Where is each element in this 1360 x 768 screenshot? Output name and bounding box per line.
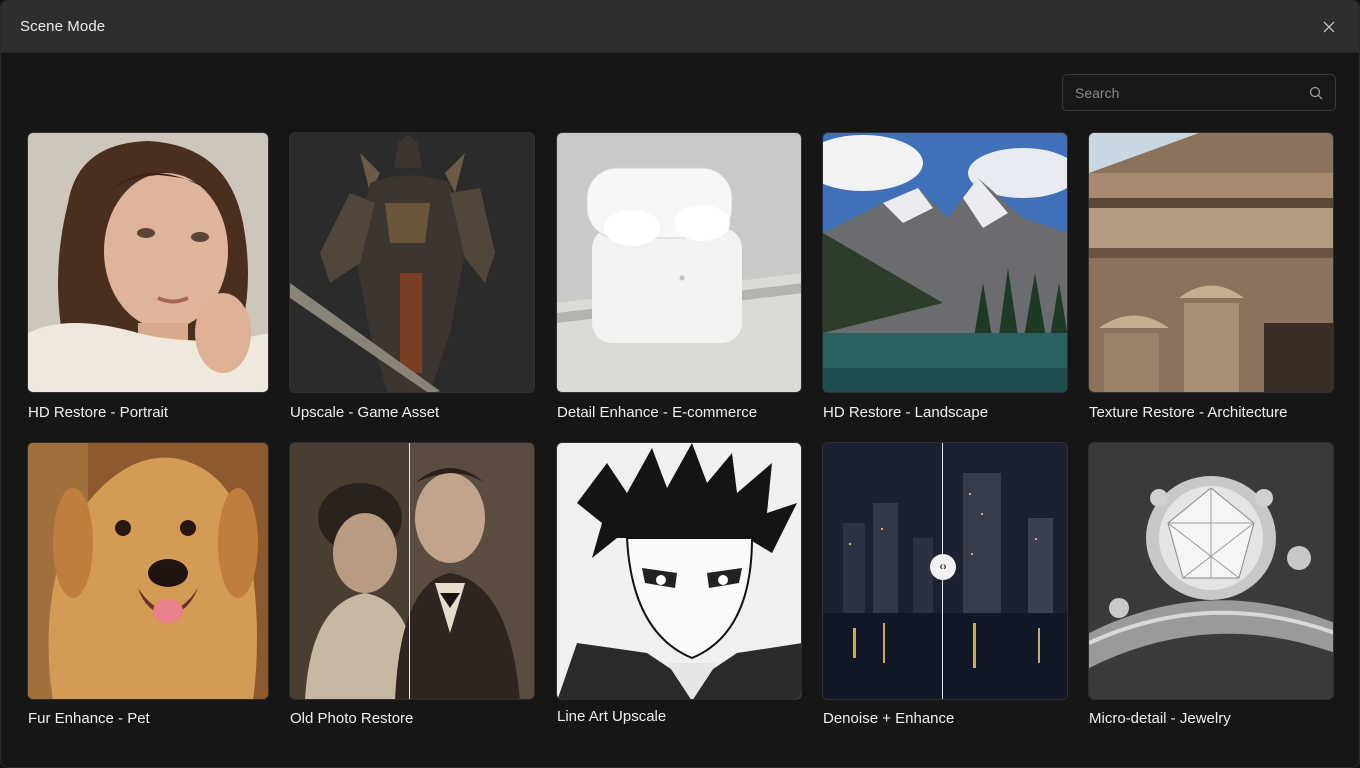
thumbnail-line-art: [556, 442, 802, 700]
close-button[interactable]: [1317, 15, 1341, 39]
scene-card-line-art[interactable]: Line Art Upscale: [556, 442, 802, 732]
scene-card-ecommerce[interactable]: Detail Enhance - E-commerce: [556, 132, 802, 427]
scene-card-pet[interactable]: Fur Enhance - Pet: [27, 442, 269, 732]
thumbnail-jewelry: [1088, 442, 1334, 700]
card-label: Detail Enhance - E-commerce: [557, 404, 758, 421]
compare-slider-handle[interactable]: ‹›: [930, 554, 956, 580]
thumbnail-denoise: ‹›: [822, 442, 1068, 700]
card-label: HD Restore - Portrait: [28, 404, 169, 421]
thumbnail-portrait: [27, 132, 269, 393]
scene-card-architecture[interactable]: Texture Restore - Architecture: [1088, 132, 1334, 427]
scene-card-jewelry[interactable]: Micro-detail - Jewelry: [1088, 442, 1334, 732]
card-label: HD Restore - Landscape: [823, 404, 989, 421]
card-label: Denoise + Enhance: [823, 710, 955, 727]
thumbnail-old-photo: [289, 442, 535, 700]
split-divider: [409, 443, 410, 699]
card-label: Upscale - Game Asset: [290, 404, 440, 421]
card-label: Texture Restore - Architecture: [1089, 404, 1288, 421]
search-box[interactable]: [1062, 74, 1336, 111]
scene-mode-window: Scene Mode Search HD Restore - Portrait …: [0, 0, 1360, 768]
search-icon[interactable]: [1309, 86, 1323, 100]
thumbnail-pet: [27, 442, 269, 700]
thumbnail-game-asset: [289, 132, 535, 393]
card-label: Fur Enhance - Pet: [28, 710, 150, 727]
titlebar: Scene Mode: [1, 1, 1359, 53]
scene-card-portrait[interactable]: HD Restore - Portrait: [27, 132, 269, 427]
scene-card-landscape[interactable]: HD Restore - Landscape: [822, 132, 1068, 427]
scene-card-denoise[interactable]: ‹› Denoise + Enhance: [822, 442, 1068, 732]
card-label: Line Art Upscale: [557, 708, 667, 725]
scene-card-old-photo[interactable]: Old Photo Restore: [289, 442, 535, 732]
close-icon: [1323, 21, 1335, 33]
search-input[interactable]: [1075, 83, 1295, 103]
scene-card-game-asset[interactable]: Upscale - Game Asset: [289, 132, 535, 427]
card-label: Old Photo Restore: [290, 710, 414, 727]
thumbnail-landscape: [822, 132, 1068, 393]
thumbnail-ecommerce: [556, 132, 802, 393]
card-label: Micro-detail - Jewelry: [1089, 710, 1231, 727]
window-title: Scene Mode: [20, 18, 106, 35]
thumbnail-architecture: [1088, 132, 1334, 393]
